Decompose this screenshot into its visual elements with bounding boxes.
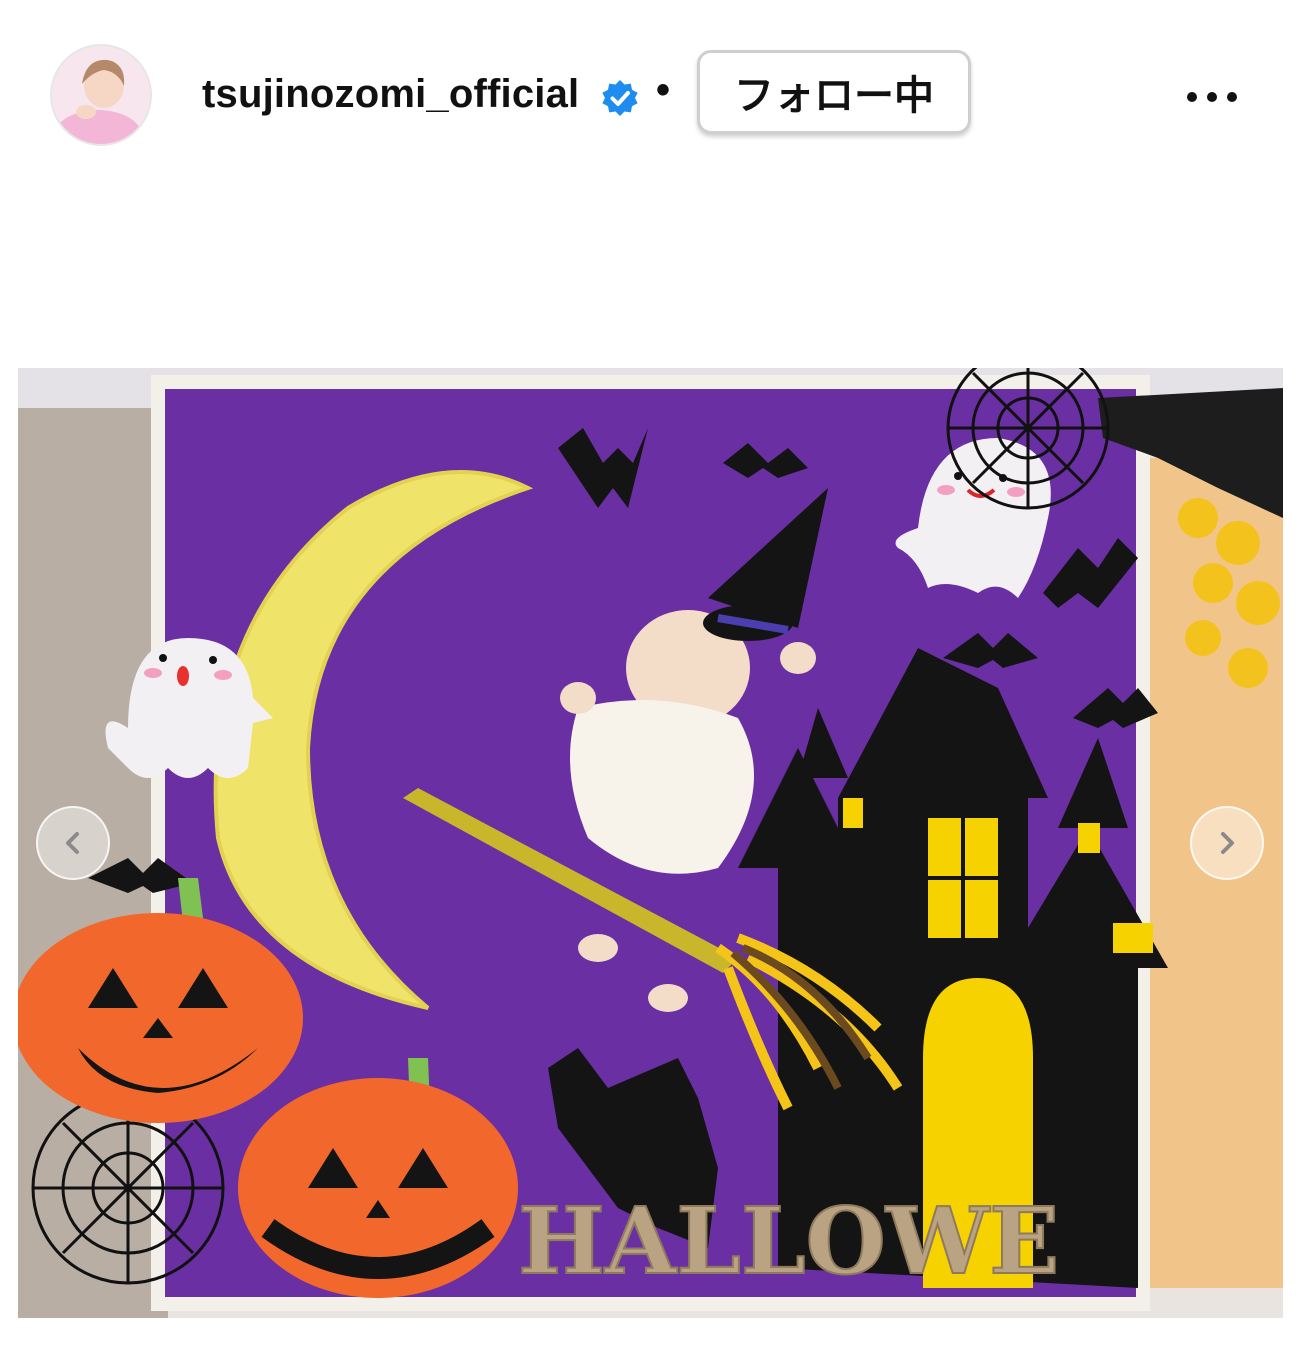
avatar-photo	[52, 46, 150, 144]
following-button[interactable]: フォロー中	[697, 50, 971, 134]
chevron-left-icon	[66, 832, 79, 854]
more-horizontal-icon[interactable]	[1182, 72, 1242, 122]
chevron-right-icon	[1221, 832, 1234, 854]
halloween-photo-scene: HALLOWE	[18, 368, 1283, 1318]
avatar[interactable]	[50, 44, 152, 146]
carousel-next-button[interactable]	[1190, 806, 1264, 880]
halloween-banner-text: HALLOWE	[518, 1187, 1059, 1295]
verified-badge-icon	[602, 80, 638, 116]
post-photo[interactable]: HALLOWE	[18, 368, 1283, 1318]
carousel-prev-button[interactable]	[36, 806, 110, 880]
username[interactable]: tsujinozomi_official	[202, 72, 579, 117]
post-header: tsujinozomi_official • フォロー中	[0, 0, 1300, 200]
separator-dot: •	[656, 68, 671, 112]
